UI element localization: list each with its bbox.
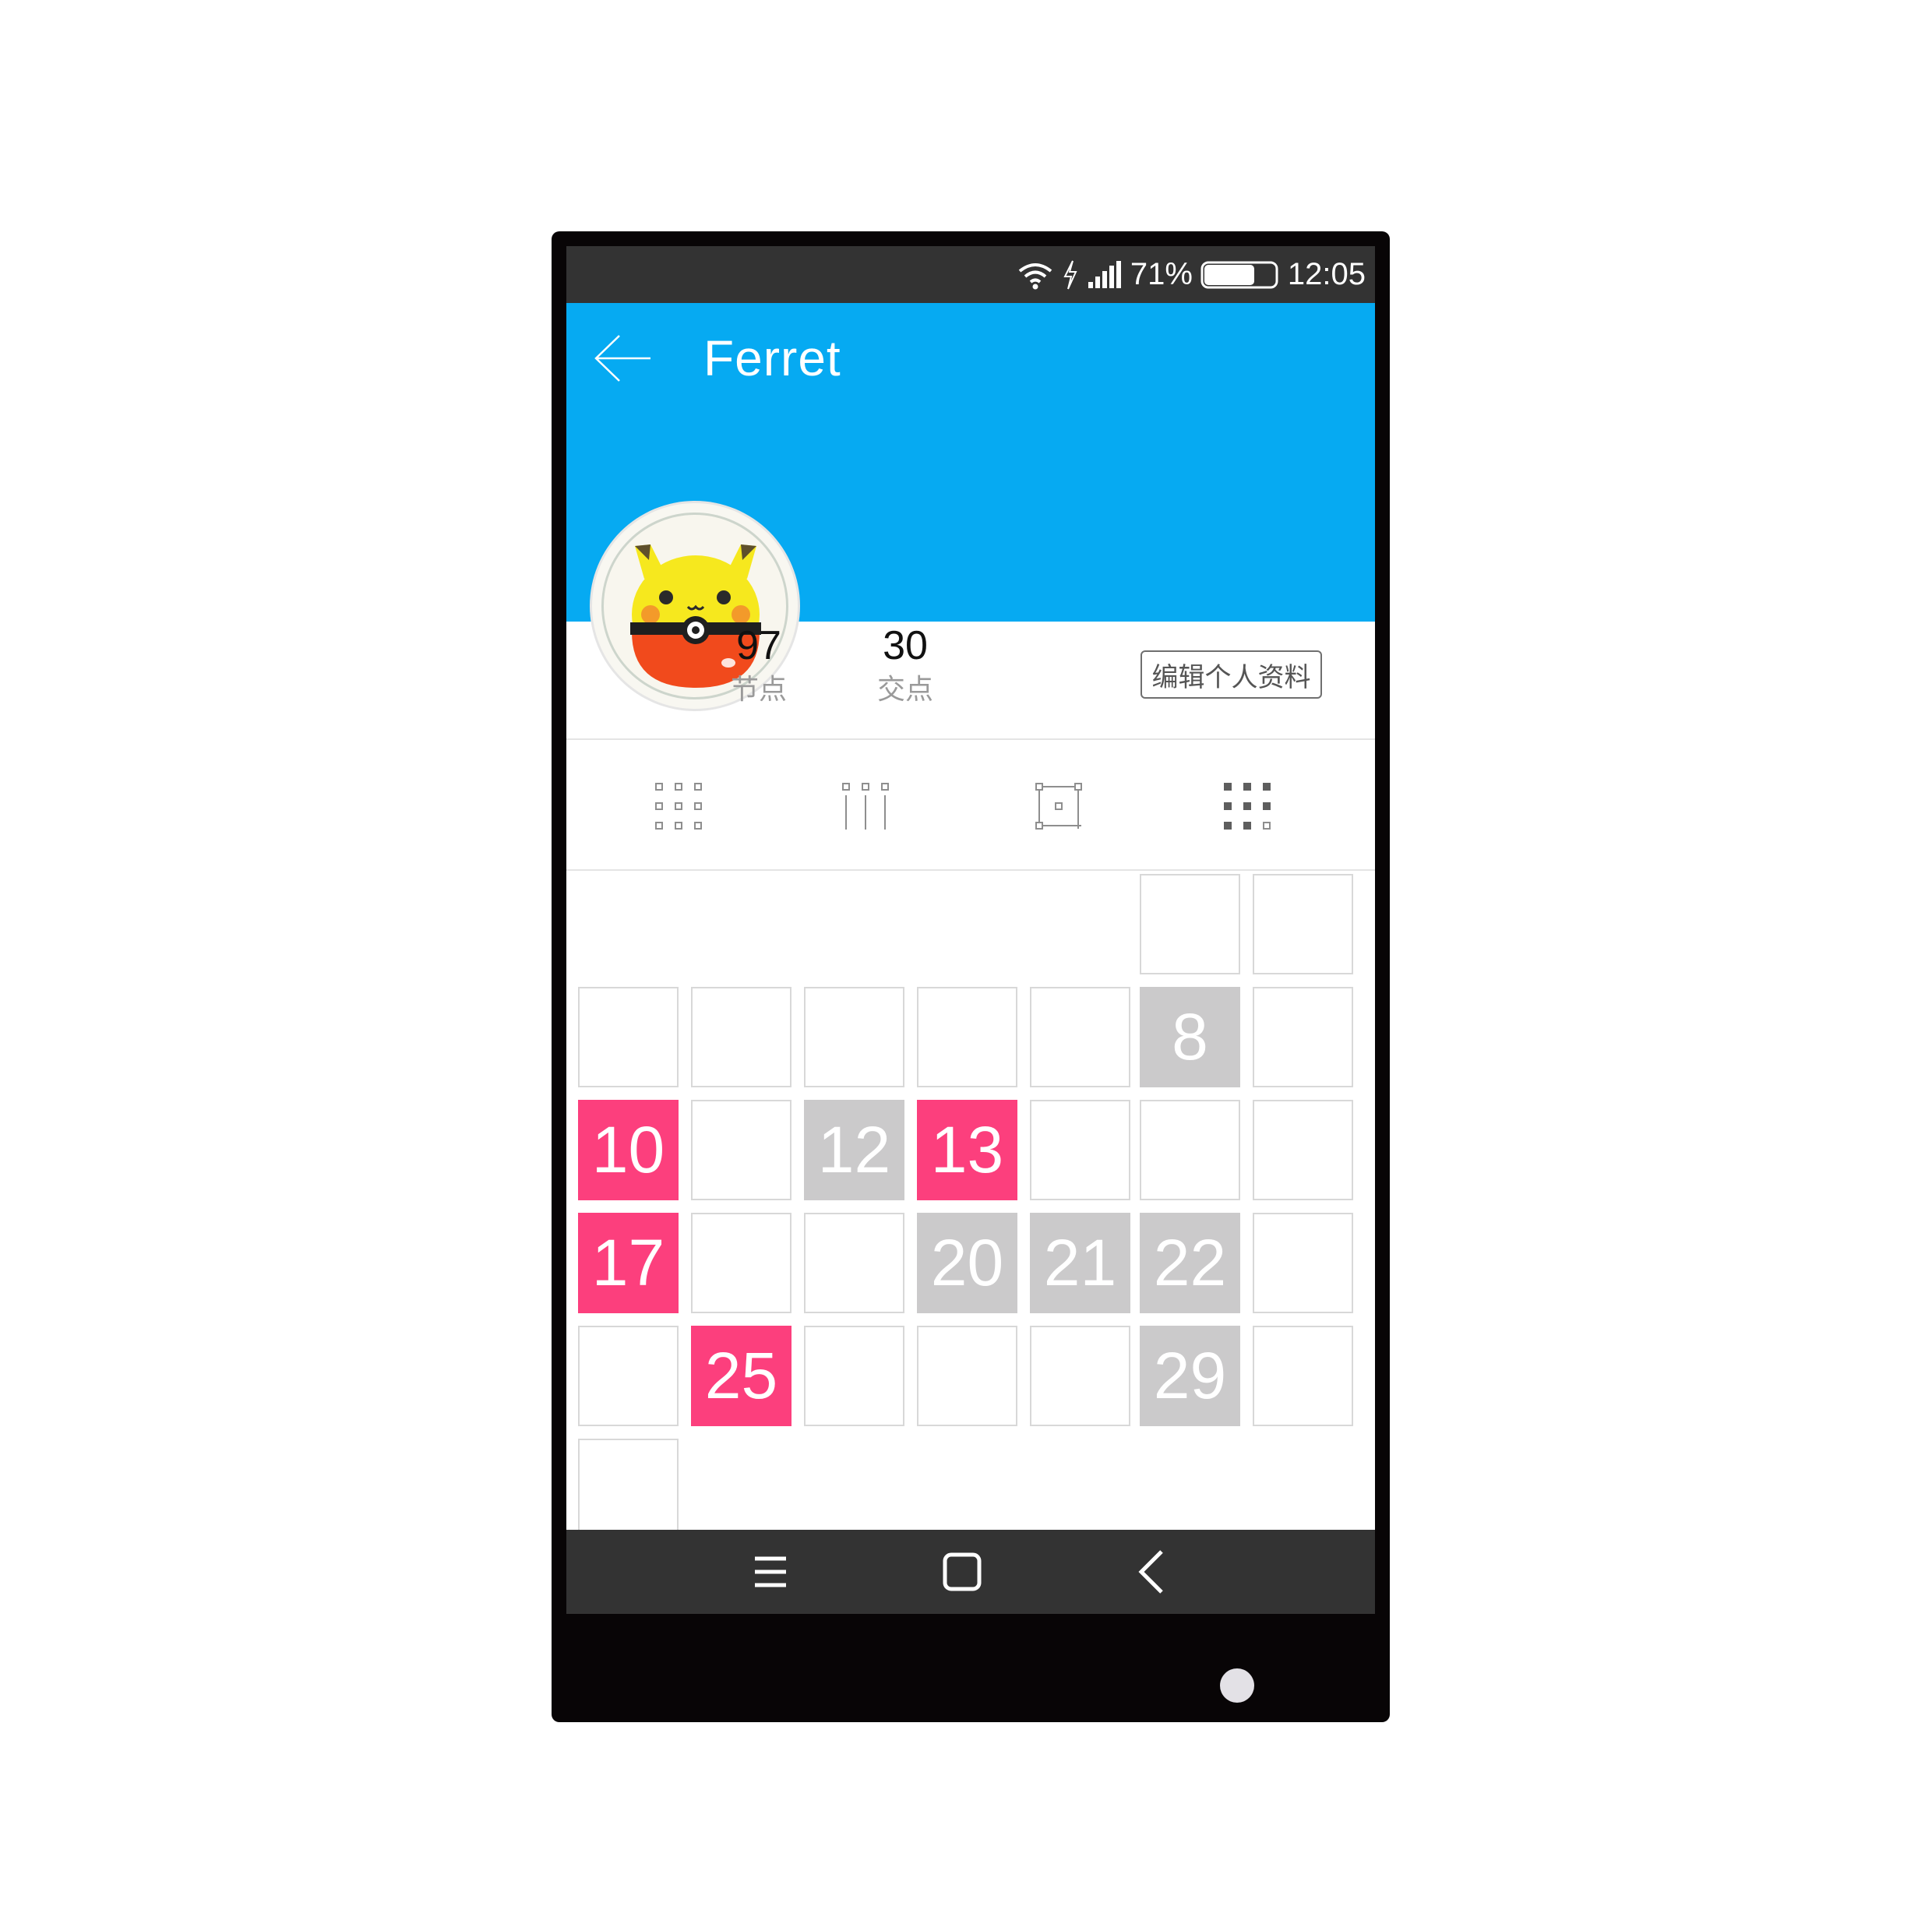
calendar-cell[interactable] xyxy=(1030,987,1130,1087)
calendar-cell[interactable]: 25 xyxy=(691,1326,791,1426)
stat-label: 交点 xyxy=(876,673,933,705)
calendar-cell[interactable] xyxy=(1030,1100,1130,1200)
view-tabs xyxy=(566,743,1375,869)
calendar-cell[interactable]: 10 xyxy=(578,1100,679,1200)
phone-device: 71% 12:05 Ferret 97 节点 30 交点 编辑个人资料 8 10… xyxy=(552,231,1390,1722)
back-arrow-button[interactable] xyxy=(593,331,655,386)
calendar-cell[interactable] xyxy=(578,987,679,1087)
calendar-cell[interactable] xyxy=(804,1326,904,1426)
calendar-cell[interactable]: 13 xyxy=(917,1100,1017,1200)
calendar-cell[interactable] xyxy=(1140,1100,1240,1200)
wifi-icon xyxy=(1018,262,1052,289)
status-bar: 71% 12:05 xyxy=(566,246,1375,303)
calendar-cell[interactable] xyxy=(1253,1213,1353,1313)
calendar-cell[interactable]: 20 xyxy=(917,1213,1017,1313)
calendar-cell[interactable] xyxy=(691,1100,791,1200)
tab-frame-view[interactable] xyxy=(1004,743,1113,869)
calendar-cell[interactable] xyxy=(691,987,791,1087)
signal-icon xyxy=(1088,260,1121,288)
calendar-cell[interactable] xyxy=(578,1439,679,1539)
battery-percent: 71% xyxy=(1130,257,1193,291)
edit-profile-button[interactable]: 编辑个人资料 xyxy=(1141,650,1322,699)
arrow-left-icon xyxy=(594,335,650,382)
divider xyxy=(566,869,1375,871)
calendar-cell[interactable] xyxy=(1253,987,1353,1087)
columns-icon xyxy=(842,783,889,830)
hardware-home-button[interactable] xyxy=(1220,1668,1254,1703)
calendar-cell[interactable] xyxy=(804,987,904,1087)
calendar-cell[interactable]: 29 xyxy=(1140,1326,1240,1426)
stat-intersections[interactable]: 30 交点 xyxy=(858,620,952,707)
grid-icon xyxy=(655,783,702,830)
calendar-cell[interactable] xyxy=(1140,874,1240,974)
calendar-cell[interactable]: 22 xyxy=(1140,1213,1240,1313)
calendar-grid: 8 10 12 13 17 20 21 22 25 29 xyxy=(566,874,1375,1539)
stat-nodes[interactable]: 97 节点 xyxy=(712,620,806,707)
phone-screen: 71% 12:05 Ferret 97 节点 30 交点 编辑个人资料 8 10… xyxy=(566,246,1375,1614)
calendar-cell[interactable] xyxy=(917,1326,1017,1426)
calendar-cell[interactable] xyxy=(1253,1100,1353,1200)
tab-grid-view[interactable] xyxy=(624,743,733,869)
calendar-cell[interactable] xyxy=(1030,1326,1130,1426)
calendar-cell[interactable] xyxy=(1253,874,1353,974)
menu-button[interactable] xyxy=(732,1541,809,1603)
charging-icon xyxy=(1063,260,1077,289)
tab-columns-view[interactable] xyxy=(811,743,920,869)
menu-icon xyxy=(755,1556,786,1587)
divider xyxy=(566,738,1375,740)
grid-bold-icon xyxy=(1224,783,1271,830)
calendar-cell[interactable]: 21 xyxy=(1030,1213,1130,1313)
battery-icon xyxy=(1200,261,1278,288)
calendar-cell[interactable] xyxy=(691,1213,791,1313)
status-icons: 71% 12:05 xyxy=(1017,246,1366,303)
calendar-cell[interactable] xyxy=(578,1326,679,1426)
calendar-cell[interactable] xyxy=(804,1213,904,1313)
nav-back-button[interactable] xyxy=(1112,1541,1190,1603)
calendar-cell[interactable] xyxy=(1253,1326,1353,1426)
frame-icon xyxy=(1035,783,1082,830)
stat-value: 30 xyxy=(883,623,928,668)
back-icon xyxy=(1138,1550,1163,1594)
stat-value: 97 xyxy=(736,623,781,668)
home-icon xyxy=(943,1552,982,1591)
system-nav-bar xyxy=(566,1530,1375,1614)
page-title: Ferret xyxy=(703,330,841,386)
calendar-cell[interactable]: 12 xyxy=(804,1100,904,1200)
calendar-cell[interactable] xyxy=(917,987,1017,1087)
calendar-cell[interactable]: 17 xyxy=(578,1213,679,1313)
stat-label: 节点 xyxy=(730,673,787,705)
home-button[interactable] xyxy=(923,1541,1001,1603)
tab-bold-grid-view[interactable] xyxy=(1193,743,1302,869)
status-time: 12:05 xyxy=(1287,257,1366,291)
calendar-cell[interactable]: 8 xyxy=(1140,987,1240,1087)
